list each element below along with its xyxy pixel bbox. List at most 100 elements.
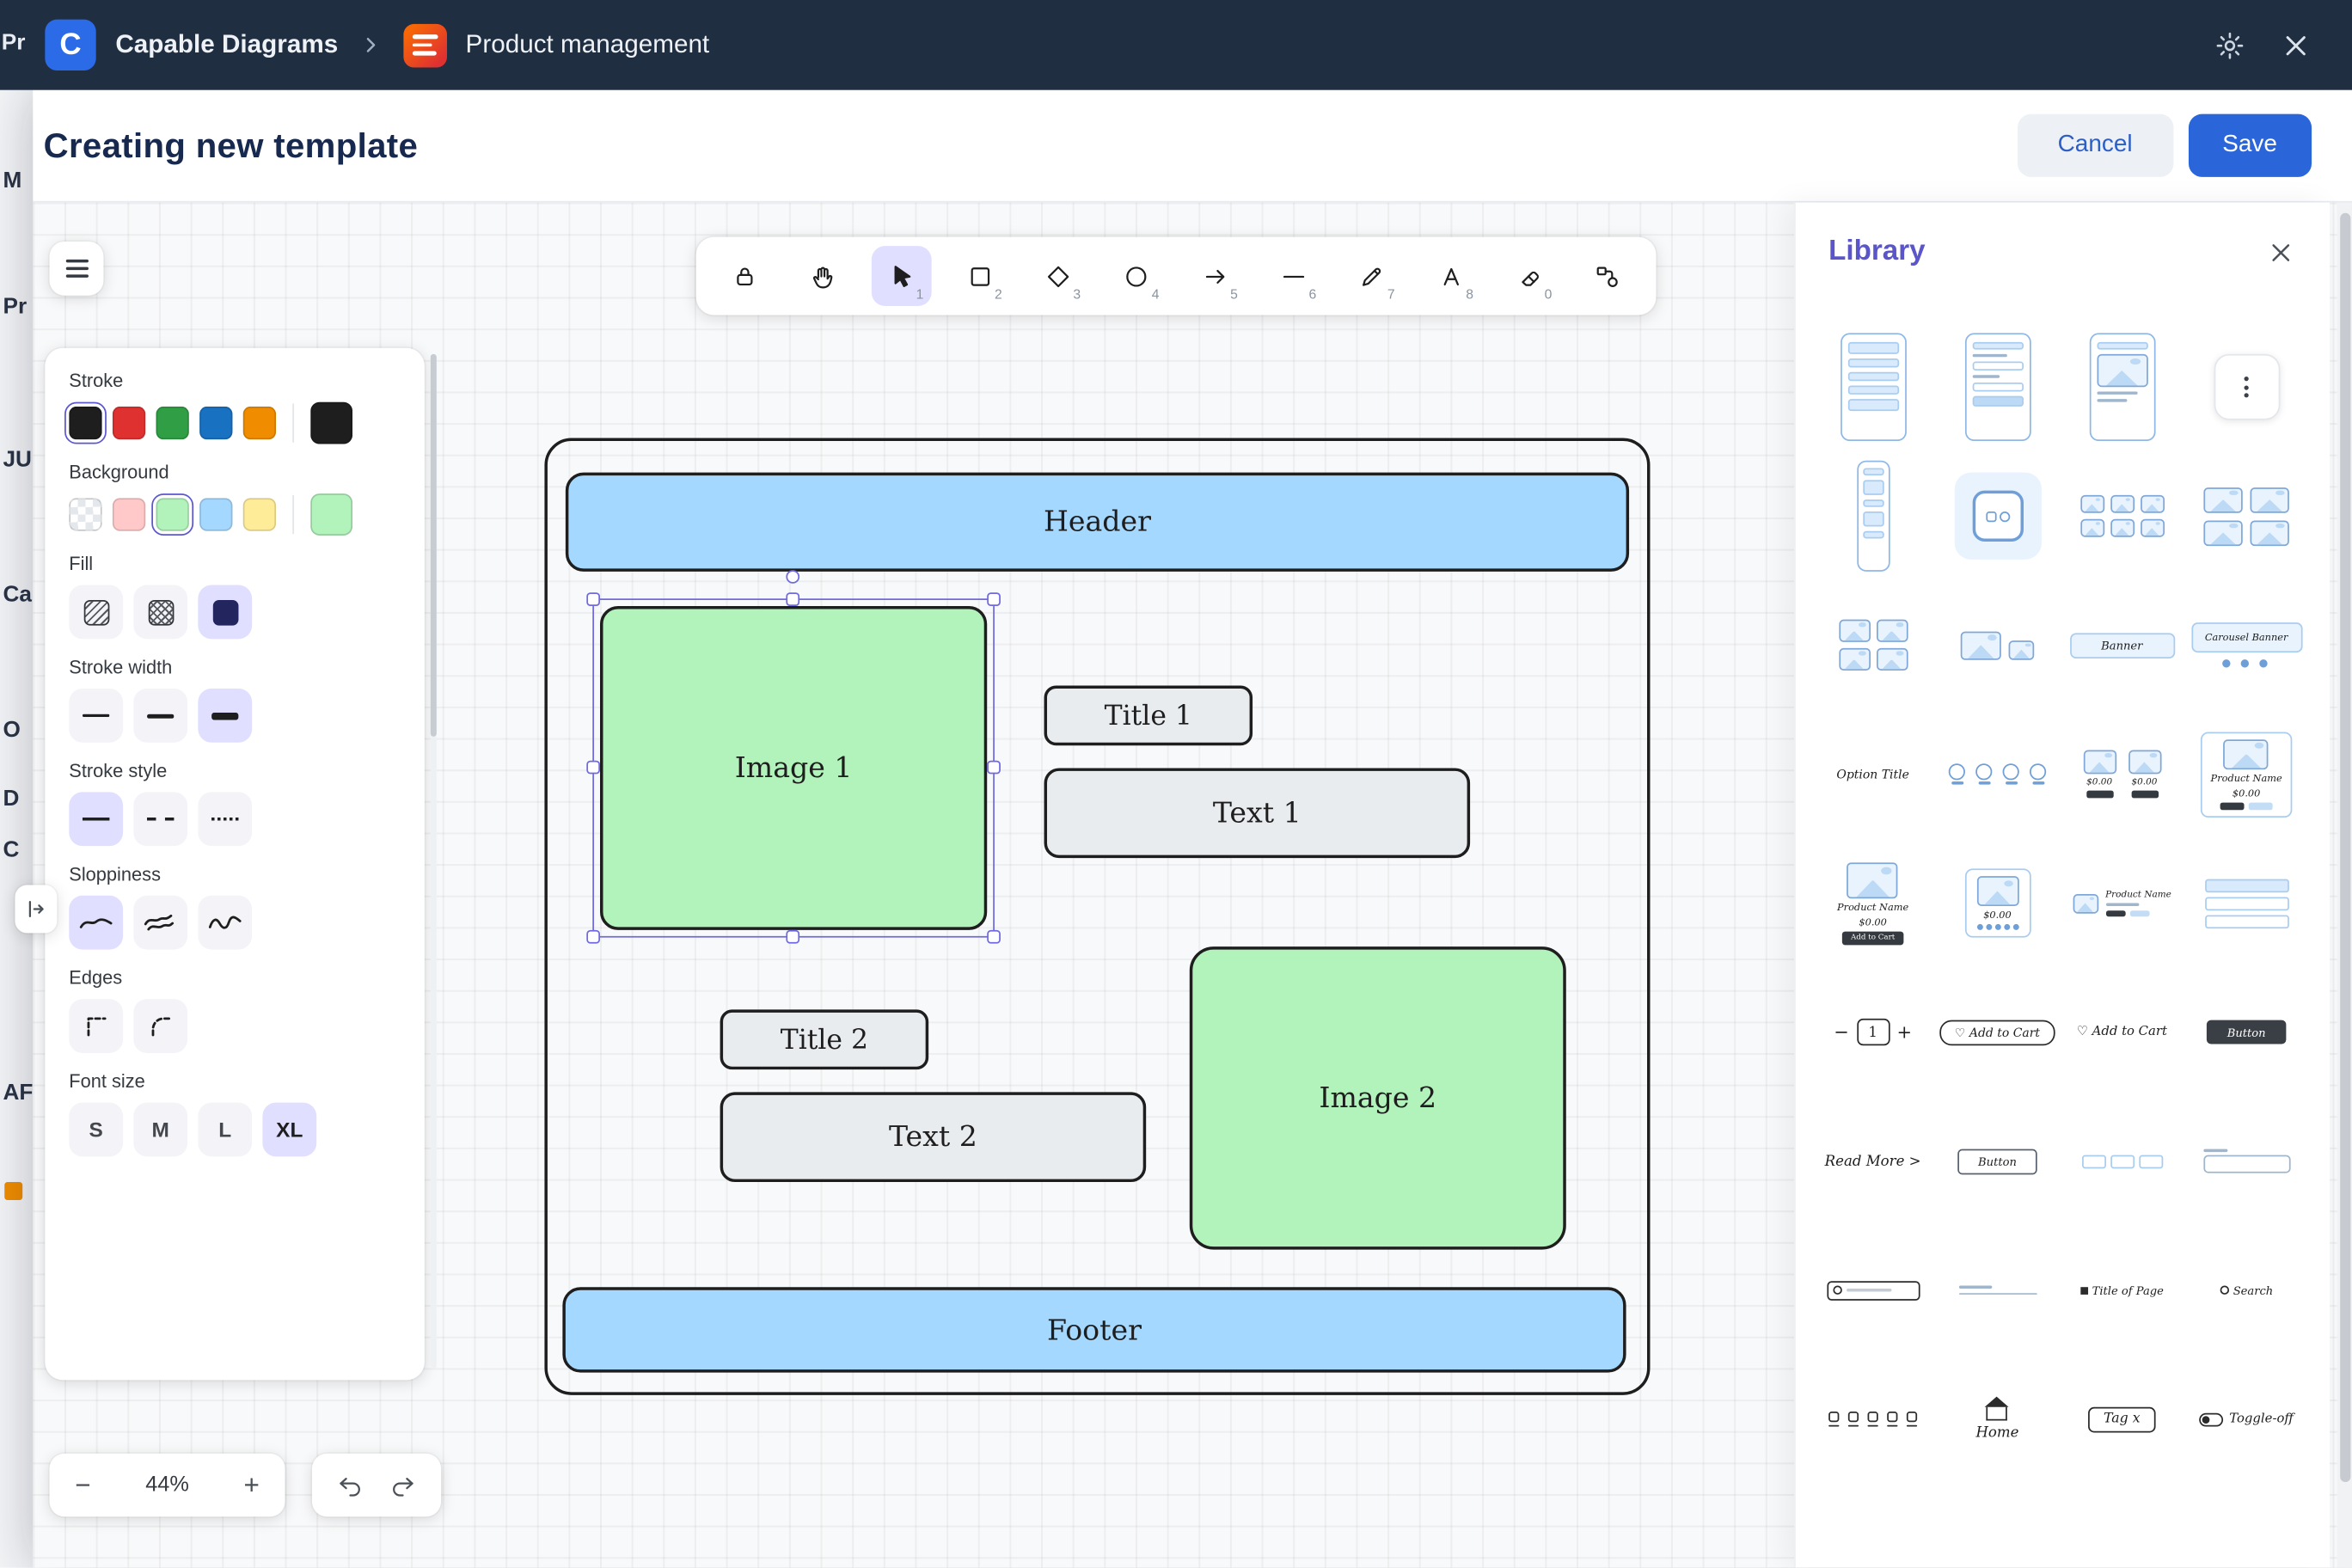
library-item-add-to-cart-text[interactable]: ♡ Add to Cart bbox=[2060, 968, 2184, 1097]
hand-tool[interactable] bbox=[793, 246, 853, 306]
shape-text-2[interactable]: Text 2 bbox=[720, 1092, 1147, 1182]
panel-scrollbar-thumb[interactable] bbox=[431, 354, 437, 737]
close-icon[interactable] bbox=[2282, 31, 2310, 59]
library-item-option-title[interactable]: Option Title bbox=[1810, 709, 1935, 838]
library-item-button-outline[interactable]: Button bbox=[1935, 1097, 2060, 1226]
text-tool[interactable]: 8 bbox=[1421, 246, 1481, 306]
lock-tool[interactable] bbox=[714, 246, 775, 306]
breadcrumb-brand[interactable]: Capable Diagrams bbox=[115, 30, 338, 60]
library-item-field-label[interactable] bbox=[1935, 1226, 2060, 1355]
stroke-swatch-orange[interactable] bbox=[243, 407, 276, 439]
background-swatch-transparent[interactable] bbox=[69, 498, 101, 530]
shape-image-2[interactable]: Image 2 bbox=[1190, 946, 1566, 1249]
library-item-title-line[interactable]: Title of Page bbox=[2060, 1226, 2184, 1355]
library-item-phone-detail[interactable] bbox=[2060, 322, 2184, 451]
stroke-swatch-red[interactable] bbox=[113, 407, 145, 439]
background-swatch-green[interactable] bbox=[156, 498, 188, 530]
stroke-width-extrabold-button[interactable] bbox=[198, 689, 252, 743]
library-item-search-text[interactable]: Search bbox=[2184, 1226, 2309, 1355]
library-item-add-to-cart-btn[interactable]: ♡ Add to Cart bbox=[1935, 968, 2060, 1097]
fill-hachure-button[interactable] bbox=[69, 585, 123, 640]
ellipse-tool[interactable]: 4 bbox=[1106, 246, 1167, 306]
library-item-carousel[interactable]: Carousel Banner● ● ● bbox=[2184, 580, 2309, 709]
library-item-menu-card[interactable] bbox=[2184, 322, 2309, 451]
library-item-tag[interactable]: Tag x bbox=[2060, 1355, 2184, 1484]
fill-solid-button[interactable] bbox=[198, 585, 252, 640]
library-item-button-dark[interactable]: Button bbox=[2184, 968, 2309, 1097]
shape-header[interactable]: Header bbox=[566, 473, 1629, 572]
fill-crosshatch-button[interactable] bbox=[133, 585, 187, 640]
selection-handle-ne[interactable] bbox=[987, 592, 1001, 606]
font-size-xl-button[interactable]: XL bbox=[262, 1103, 316, 1157]
stroke-width-bold-button[interactable] bbox=[133, 689, 187, 743]
shape-title-2[interactable]: Title 2 bbox=[720, 1009, 929, 1069]
library-item-phone-list[interactable] bbox=[1810, 322, 1935, 451]
library-item-image-grid-4[interactable] bbox=[1810, 580, 1935, 709]
line-tool[interactable]: 6 bbox=[1264, 246, 1324, 306]
library-item-toggle[interactable]: Toggle-off bbox=[2184, 1355, 2309, 1484]
library-item-app-icon[interactable] bbox=[1935, 451, 2060, 580]
library-item-product-row[interactable]: Product Name bbox=[2060, 838, 2184, 967]
zoom-in-button[interactable]: + bbox=[244, 1472, 260, 1498]
selection-handle-se[interactable] bbox=[987, 930, 1001, 944]
library-item-category-circles[interactable] bbox=[1935, 709, 2060, 838]
library-item-product-card-lg[interactable]: Product Name$0.00 bbox=[2184, 709, 2309, 838]
library-item-phone-strip[interactable] bbox=[1810, 451, 1935, 580]
sloppiness-artist-button[interactable] bbox=[133, 896, 187, 950]
shapes-tool[interactable] bbox=[1578, 246, 1638, 306]
rectangle-tool[interactable]: 2 bbox=[950, 246, 1010, 306]
library-item-image-grid-6[interactable] bbox=[2060, 451, 2184, 580]
redo-icon[interactable] bbox=[389, 1471, 417, 1499]
library-close-icon[interactable] bbox=[2268, 239, 2294, 265]
save-button[interactable]: Save bbox=[2188, 114, 2312, 177]
library-item-tabs3[interactable] bbox=[2060, 1097, 2184, 1226]
selection-handle-w[interactable] bbox=[586, 761, 600, 775]
brand-logo[interactable]: C bbox=[45, 20, 95, 70]
shape-title-1[interactable]: Title 1 bbox=[1044, 685, 1253, 745]
background-current-color[interactable] bbox=[310, 493, 352, 536]
background-swatch-yellow[interactable] bbox=[243, 498, 276, 530]
library-item-nav-icons[interactable] bbox=[1810, 1355, 1935, 1484]
library-item-banner[interactable]: Banner bbox=[2060, 580, 2184, 709]
background-swatch-blue[interactable] bbox=[199, 498, 232, 530]
stroke-width-thin-button[interactable] bbox=[69, 689, 123, 743]
sloppiness-architect-button[interactable] bbox=[69, 896, 123, 950]
selection-box[interactable] bbox=[592, 598, 995, 937]
selection-tool[interactable]: 1 bbox=[871, 246, 931, 306]
main-menu-button[interactable] bbox=[50, 242, 104, 296]
library-item-image-pair[interactable] bbox=[1935, 580, 2060, 709]
cancel-button[interactable]: Cancel bbox=[2018, 114, 2173, 177]
library-item-read-more[interactable]: Read More > bbox=[1810, 1097, 1935, 1226]
stroke-swatch-green[interactable] bbox=[156, 407, 188, 439]
stroke-style-dotted-button[interactable] bbox=[198, 792, 252, 846]
selection-handle-nw[interactable] bbox=[586, 592, 600, 606]
library-item-input-line[interactable] bbox=[2184, 1097, 2309, 1226]
window-scrollbar-thumb[interactable] bbox=[2339, 213, 2349, 1482]
arrow-tool[interactable]: 5 bbox=[1185, 246, 1246, 306]
shape-text-1[interactable]: Text 1 bbox=[1044, 768, 1471, 858]
eraser-tool[interactable]: 0 bbox=[1499, 246, 1559, 306]
draw-tool[interactable]: 7 bbox=[1343, 246, 1403, 306]
stroke-style-dashed-button[interactable] bbox=[133, 792, 187, 846]
zoom-level[interactable]: 44% bbox=[145, 1473, 189, 1498]
library-item-product-card-stars[interactable]: $0.00 bbox=[1935, 838, 2060, 967]
edges-sharp-button[interactable] bbox=[69, 999, 123, 1053]
selection-handle-e[interactable] bbox=[987, 761, 1001, 775]
shape-footer[interactable]: Footer bbox=[562, 1287, 1626, 1372]
breadcrumb-document-title[interactable]: Product management bbox=[466, 30, 710, 60]
library-item-product-cards-2[interactable]: $0.00$0.00 bbox=[2060, 709, 2184, 838]
font-size-l-button[interactable]: L bbox=[198, 1103, 252, 1157]
diamond-tool[interactable]: 3 bbox=[1028, 246, 1088, 306]
stroke-swatch-black[interactable] bbox=[69, 407, 101, 439]
library-item-home[interactable]: Home bbox=[1935, 1355, 2060, 1484]
selection-handle-sw[interactable] bbox=[586, 930, 600, 944]
font-size-m-button[interactable]: M bbox=[133, 1103, 187, 1157]
library-item-image-rows-4[interactable] bbox=[2184, 451, 2309, 580]
undo-icon[interactable] bbox=[336, 1471, 364, 1499]
stroke-current-color[interactable] bbox=[310, 402, 352, 444]
edges-round-button[interactable] bbox=[133, 999, 187, 1053]
stroke-style-solid-button[interactable] bbox=[69, 792, 123, 846]
library-item-product-card-buy[interactable]: Product Name$0.00Add to Cart bbox=[1810, 838, 1935, 967]
library-item-phone-form[interactable] bbox=[1935, 322, 2060, 451]
sloppiness-cartoonist-button[interactable] bbox=[198, 896, 252, 950]
